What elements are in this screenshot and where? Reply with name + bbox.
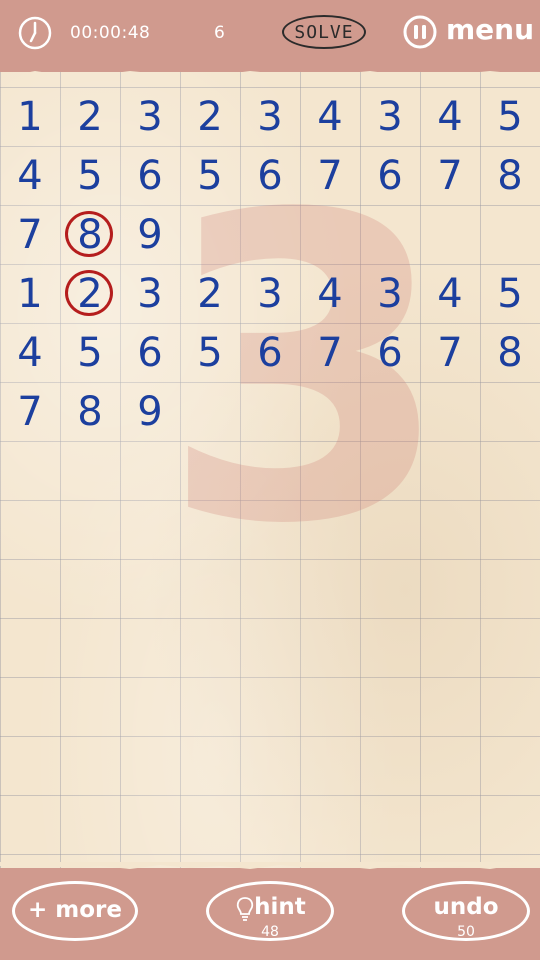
number-cell[interactable]: 6 (360, 146, 420, 205)
number-cell[interactable]: 5 (180, 146, 240, 205)
number-cell[interactable]: 3 (120, 87, 180, 146)
number-cell[interactable]: 2 (180, 264, 240, 323)
number-cell[interactable]: 6 (120, 323, 180, 382)
number-cell[interactable]: 7 (420, 146, 480, 205)
number-cell[interactable]: 9 (120, 205, 180, 264)
more-label: + more (28, 897, 122, 923)
hint-button[interactable]: hint 48 (206, 881, 334, 941)
move-counter: 6 (214, 23, 225, 43)
number-cell[interactable]: 6 (120, 146, 180, 205)
number-cell[interactable]: 2 (60, 87, 120, 146)
menu-button[interactable]: menu (446, 13, 534, 46)
number-cell[interactable]: 2 (180, 87, 240, 146)
number-cell[interactable]: 7 (300, 323, 360, 382)
number-cell[interactable]: 1 (0, 87, 60, 146)
undo-button[interactable]: undo 50 (402, 881, 530, 941)
number-cell[interactable]: 1 (0, 264, 60, 323)
solve-button[interactable]: SOLVE (282, 15, 366, 49)
number-cell[interactable]: 5 (480, 87, 540, 146)
number-cell[interactable]: 5 (480, 264, 540, 323)
number-cell[interactable]: 5 (60, 146, 120, 205)
number-cell[interactable]: 4 (300, 264, 360, 323)
number-cell[interactable]: 3 (240, 264, 300, 323)
number-cell[interactable]: 7 (0, 205, 60, 264)
pause-icon[interactable] (402, 14, 438, 50)
undo-count: 50 (457, 924, 475, 940)
number-cell[interactable]: 7 (420, 323, 480, 382)
number-cell[interactable]: 8 (60, 205, 120, 264)
number-cell[interactable]: 6 (240, 146, 300, 205)
timer: 00:00:48 (70, 23, 151, 43)
number-cell[interactable]: 3 (360, 264, 420, 323)
number-cell[interactable]: 6 (240, 323, 300, 382)
number-cell[interactable]: 5 (60, 323, 120, 382)
more-button[interactable]: + more (12, 881, 138, 941)
number-cell[interactable]: 4 (300, 87, 360, 146)
clock-icon (18, 16, 52, 50)
game-board: 3 12323434545656767878912323434545656767… (0, 72, 540, 868)
number-cell[interactable]: 5 (180, 323, 240, 382)
number-cell[interactable]: 7 (0, 382, 60, 441)
hint-label: hint (254, 894, 306, 920)
number-cell[interactable]: 2 (60, 264, 120, 323)
hint-count: 48 (261, 924, 279, 940)
number-cell[interactable]: 4 (420, 264, 480, 323)
number-cell[interactable]: 4 (0, 323, 60, 382)
number-cell[interactable]: 6 (360, 323, 420, 382)
number-cell[interactable]: 4 (0, 146, 60, 205)
number-cell[interactable]: 3 (240, 87, 300, 146)
number-cell[interactable]: 3 (360, 87, 420, 146)
number-cell[interactable]: 8 (480, 323, 540, 382)
number-cell[interactable]: 4 (420, 87, 480, 146)
number-cell[interactable]: 7 (300, 146, 360, 205)
number-cell[interactable]: 3 (120, 264, 180, 323)
undo-label: undo (433, 894, 499, 920)
top-bar: 00:00:48 6 SOLVE menu (0, 0, 540, 70)
number-cell[interactable]: 8 (480, 146, 540, 205)
number-cell[interactable]: 9 (120, 382, 180, 441)
number-cell[interactable]: 8 (60, 382, 120, 441)
